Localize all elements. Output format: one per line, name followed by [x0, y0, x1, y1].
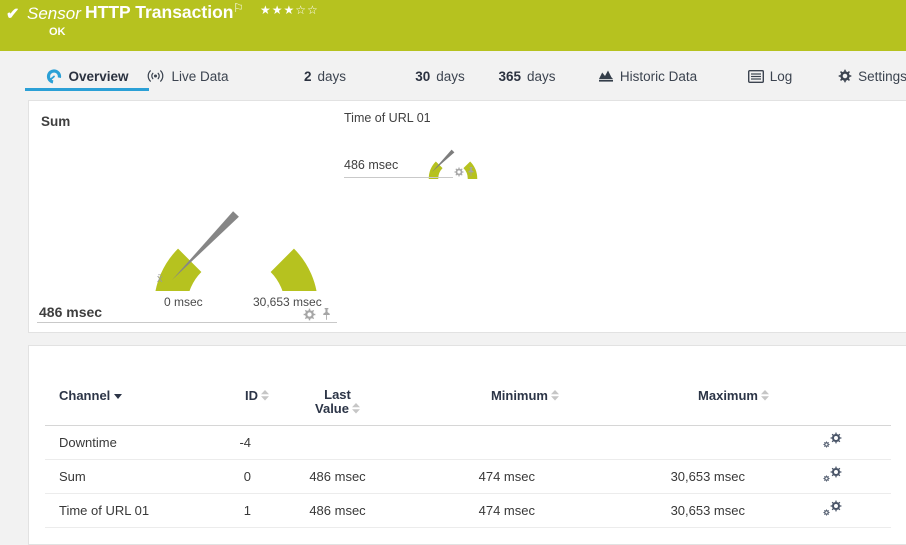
channel-settings-gears-icon[interactable] — [823, 500, 843, 517]
tab-overview-label: Overview — [68, 69, 128, 84]
channel-last-value: 486 msec — [275, 493, 400, 527]
column-header-minimum-label: Minimum — [491, 388, 548, 403]
sensor-header-bar: ✔ Sensor HTTP Transaction ⚐ ★★★☆☆ OK — [0, 0, 906, 51]
tab-365-days[interactable]: 365 days — [487, 62, 567, 90]
tab-historic-data-label: Historic Data — [620, 69, 697, 84]
chart-icon — [598, 69, 614, 83]
column-header-maximum[interactable]: Maximum — [565, 380, 775, 425]
live-signal-icon — [146, 69, 165, 83]
channel-last-value — [275, 425, 400, 459]
sensor-title: HTTP Transaction — [85, 2, 233, 23]
column-header-maximum-label: Maximum — [698, 388, 758, 403]
sort-desc-icon — [114, 394, 122, 399]
tab-2-days-label: days — [317, 69, 346, 84]
mean-marker: x̄ — [157, 273, 163, 285]
log-icon — [748, 70, 764, 83]
sum-gauge-title: Sum — [41, 114, 70, 129]
sum-gauge-max-label: 30,653 msec — [253, 295, 322, 309]
url01-gauge-title: Time of URL 01 — [344, 111, 431, 125]
table-row-time-of-url-01: Time of URL 01 1 486 msec 474 msec 30,65… — [45, 493, 891, 527]
gear-icon[interactable] — [303, 308, 316, 321]
divider — [344, 177, 453, 178]
channel-name[interactable]: Downtime — [45, 425, 230, 459]
table-row-downtime: Downtime -4 — [45, 425, 891, 459]
tab-overview[interactable]: Overview — [30, 62, 145, 90]
pin-icon[interactable] — [467, 167, 475, 177]
gear-icon[interactable] — [454, 167, 464, 177]
column-header-value-label: Value — [315, 401, 349, 416]
sum-gauge-value: 486 msec — [39, 304, 102, 320]
divider — [37, 322, 337, 323]
channel-maximum — [565, 425, 775, 459]
tab-live-data[interactable]: Live Data — [135, 62, 240, 90]
gauge-icon — [46, 68, 62, 84]
sort-icon — [352, 403, 360, 414]
channel-minimum: 474 msec — [400, 493, 565, 527]
sort-icon — [551, 390, 559, 401]
channel-id: 0 — [230, 459, 275, 493]
sum-gauge-min-label: 0 msec — [164, 295, 203, 309]
column-header-channel[interactable]: Channel — [45, 380, 230, 425]
sort-icon — [261, 390, 269, 401]
tab-2-days[interactable]: 2 days — [290, 62, 360, 90]
gauges-panel: Sum x̄ 0 msec 30,653 msec 486 msec Time … — [28, 100, 906, 333]
priority-stars[interactable]: ★★★☆☆ — [260, 3, 319, 17]
table-row-sum: Sum 0 486 msec 474 msec 30,653 msec — [45, 459, 891, 493]
column-header-minimum[interactable]: Minimum — [400, 380, 565, 425]
tab-log-label: Log — [770, 69, 793, 84]
channel-minimum — [400, 425, 565, 459]
tab-30-days-number: 30 — [415, 69, 430, 84]
sort-icon — [761, 390, 769, 401]
channel-minimum: 474 msec — [400, 459, 565, 493]
tab-365-days-label: days — [527, 69, 556, 84]
gauge-needle — [172, 211, 239, 280]
status-check-icon: ✔ — [6, 4, 19, 24]
tab-30-days-label: days — [436, 69, 465, 84]
channel-id: -4 — [230, 425, 275, 459]
channel-settings-gears-icon[interactable] — [823, 466, 843, 483]
sensor-kind-label: Sensor — [27, 4, 81, 24]
channel-name[interactable]: Time of URL 01 — [45, 493, 230, 527]
column-header-id-label: ID — [245, 388, 258, 403]
sum-gauge: x̄ — [146, 123, 326, 291]
column-header-channel-label: Channel — [59, 388, 110, 403]
active-tab-underline — [25, 88, 149, 91]
channels-table: Channel ID Last Value Minimum Maximum — [45, 380, 891, 528]
tab-settings[interactable]: Settings — [835, 62, 906, 90]
channel-maximum: 30,653 msec — [565, 459, 775, 493]
flag-icon[interactable]: ⚐ — [233, 1, 244, 15]
column-header-last-label: Last — [275, 388, 400, 402]
channel-maximum: 30,653 msec — [565, 493, 775, 527]
channel-id: 1 — [230, 493, 275, 527]
channel-last-value: 486 msec — [275, 459, 400, 493]
column-header-last-value[interactable]: Last Value — [275, 380, 400, 425]
tab-365-days-number: 365 — [498, 69, 521, 84]
url01-gauge-value: 486 msec — [344, 158, 398, 172]
status-badge: OK — [49, 26, 66, 38]
tab-historic-data[interactable]: Historic Data — [590, 62, 705, 90]
tab-2-days-number: 2 — [304, 69, 312, 84]
table-header-row: Channel ID Last Value Minimum Maximum — [45, 380, 891, 425]
channels-panel: Channel ID Last Value Minimum Maximum — [28, 345, 906, 545]
gear-icon — [838, 69, 852, 83]
pin-icon[interactable] — [321, 308, 332, 321]
gauge-needle — [432, 150, 454, 172]
tab-live-data-label: Live Data — [171, 69, 228, 84]
channel-settings-gears-icon[interactable] — [823, 432, 843, 449]
column-header-id[interactable]: ID — [230, 380, 275, 425]
tab-log[interactable]: Log — [740, 62, 800, 90]
tab-30-days[interactable]: 30 days — [405, 62, 475, 90]
channel-name[interactable]: Sum — [45, 459, 230, 493]
tab-settings-label: Settings — [858, 69, 906, 84]
